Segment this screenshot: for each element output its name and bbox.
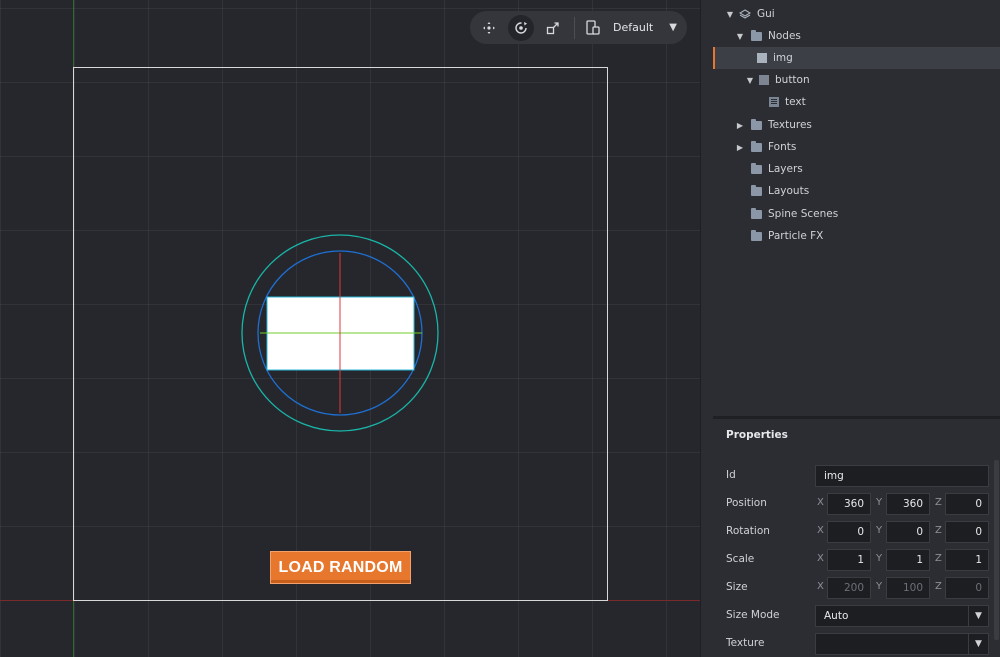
axis-x-label: X bbox=[817, 553, 824, 564]
axis-z-label: Z bbox=[935, 525, 942, 536]
tree-item-layouts[interactable]: Layouts bbox=[713, 180, 1000, 202]
tree-item-label: text bbox=[785, 96, 806, 108]
position-label: Position bbox=[726, 497, 767, 509]
box-node-icon bbox=[759, 75, 769, 85]
axis-y-label: Y bbox=[876, 581, 883, 592]
position-x-field[interactable]: 360 bbox=[827, 493, 871, 515]
tree-item-particle-fx[interactable]: Particle FX bbox=[713, 225, 1000, 247]
properties-scrollbar[interactable] bbox=[994, 460, 999, 640]
folder-icon bbox=[751, 118, 762, 130]
rotate-tool-button[interactable] bbox=[508, 14, 534, 41]
tree-item-gui[interactable]: ▼ Gui bbox=[713, 3, 1000, 25]
tree-item-label: Fonts bbox=[768, 141, 797, 153]
folder-icon bbox=[751, 140, 762, 152]
chevron-down-icon[interactable]: ▼ bbox=[968, 606, 988, 626]
rotation-z-field[interactable]: 0 bbox=[945, 521, 989, 543]
layout-select-label[interactable]: Default bbox=[613, 21, 653, 34]
folder-icon bbox=[751, 229, 762, 241]
text-node-icon bbox=[769, 97, 779, 107]
axis-x-label: X bbox=[817, 525, 824, 536]
tree-item-fonts[interactable]: ▶ Fonts bbox=[713, 136, 1000, 158]
id-field[interactable]: img bbox=[815, 465, 989, 487]
expand-arrow-icon[interactable]: ▼ bbox=[735, 32, 745, 41]
move-icon bbox=[483, 21, 495, 34]
expand-arrow-icon[interactable]: ▶ bbox=[735, 143, 745, 152]
size-mode-label: Size Mode bbox=[726, 609, 780, 621]
device-button[interactable] bbox=[583, 15, 603, 41]
texture-select[interactable]: ▼ bbox=[815, 633, 989, 655]
properties-title: Properties bbox=[726, 429, 788, 441]
toolbar-separator bbox=[574, 16, 575, 39]
axis-z-label: Z bbox=[935, 581, 942, 592]
size-mode-select[interactable]: Auto ▼ bbox=[815, 605, 989, 627]
tree-item-textures[interactable]: ▶ Textures bbox=[713, 114, 1000, 136]
expand-arrow-icon[interactable]: ▼ bbox=[725, 10, 735, 19]
expand-arrow-icon[interactable]: ▼ bbox=[745, 76, 755, 85]
rotation-y-field[interactable]: 0 bbox=[886, 521, 930, 543]
id-label: Id bbox=[726, 469, 736, 481]
tree-item-label: button bbox=[775, 74, 810, 86]
scale-y-field[interactable]: 1 bbox=[886, 549, 930, 571]
tree-item-label: Nodes bbox=[768, 30, 801, 42]
tree-item-label: Particle FX bbox=[768, 230, 824, 242]
rotation-label: Rotation bbox=[726, 525, 770, 537]
folder-icon bbox=[751, 29, 762, 41]
scale-x-field[interactable]: 1 bbox=[827, 549, 871, 571]
texture-label: Texture bbox=[726, 637, 765, 649]
scale-icon bbox=[546, 21, 559, 34]
size-y-field: 100 bbox=[886, 577, 930, 599]
tree-item-nodes[interactable]: ▼ Nodes bbox=[713, 25, 1000, 47]
scene-viewport[interactable]: LOAD RANDOM Default ▼ bbox=[0, 0, 700, 657]
expand-arrow-icon[interactable]: ▶ bbox=[735, 121, 745, 130]
size-mode-value: Auto bbox=[824, 610, 849, 622]
gui-scene-icon bbox=[739, 9, 751, 19]
tree-item-layers[interactable]: Layers bbox=[713, 158, 1000, 180]
right-panel: ▼ Gui ▼ Nodes img ▼ button text ▶ Textur… bbox=[700, 0, 1000, 657]
scale-tool-button[interactable] bbox=[540, 15, 566, 41]
axis-z-label: Z bbox=[935, 497, 942, 508]
tree-item-text[interactable]: text bbox=[713, 91, 1000, 113]
folder-icon bbox=[751, 162, 762, 174]
axis-x-label: X bbox=[817, 581, 824, 592]
tree-item-label: Gui bbox=[757, 8, 775, 20]
size-x-field: 200 bbox=[827, 577, 871, 599]
outline-tree[interactable]: ▼ Gui ▼ Nodes img ▼ button text ▶ Textur… bbox=[713, 0, 1000, 410]
folder-icon bbox=[751, 207, 762, 219]
axis-y-label: Y bbox=[876, 525, 883, 536]
tree-item-label: img bbox=[773, 52, 793, 64]
scale-z-field[interactable]: 1 bbox=[945, 549, 989, 571]
tree-item-spine-scenes[interactable]: Spine Scenes bbox=[713, 203, 1000, 225]
tree-item-label: Spine Scenes bbox=[768, 208, 839, 220]
device-icon bbox=[586, 19, 600, 35]
folder-icon bbox=[751, 184, 762, 196]
axis-y-label: Y bbox=[876, 497, 883, 508]
size-z-field: 0 bbox=[945, 577, 989, 599]
rotation-x-field[interactable]: 0 bbox=[827, 521, 871, 543]
rotate-icon bbox=[515, 21, 527, 34]
scene-toolbar: Default ▼ bbox=[470, 11, 687, 44]
manipulator-graphic bbox=[241, 234, 439, 432]
tree-item-label: Layers bbox=[768, 163, 803, 175]
chevron-down-icon[interactable]: ▼ bbox=[968, 634, 988, 654]
tree-item-button[interactable]: ▼ button bbox=[713, 69, 1000, 91]
position-y-field[interactable]: 360 bbox=[886, 493, 930, 515]
chevron-down-icon[interactable]: ▼ bbox=[669, 22, 677, 33]
tree-item-label: Textures bbox=[768, 119, 812, 131]
axis-x-label: X bbox=[817, 497, 824, 508]
position-z-field[interactable]: 0 bbox=[945, 493, 989, 515]
tree-item-img[interactable]: img bbox=[713, 47, 1000, 69]
properties-panel: Properties Id img Position X 360 Y 360 Z… bbox=[713, 419, 1000, 657]
load-random-button[interactable]: LOAD RANDOM bbox=[270, 551, 411, 584]
axis-z-label: Z bbox=[935, 553, 942, 564]
move-tool-button[interactable] bbox=[476, 15, 502, 41]
size-label: Size bbox=[726, 581, 748, 593]
tree-item-label: Layouts bbox=[768, 185, 810, 197]
box-node-icon bbox=[757, 53, 767, 63]
selection-manipulator[interactable] bbox=[240, 233, 440, 433]
scale-label: Scale bbox=[726, 553, 755, 565]
axis-y-label: Y bbox=[876, 553, 883, 564]
